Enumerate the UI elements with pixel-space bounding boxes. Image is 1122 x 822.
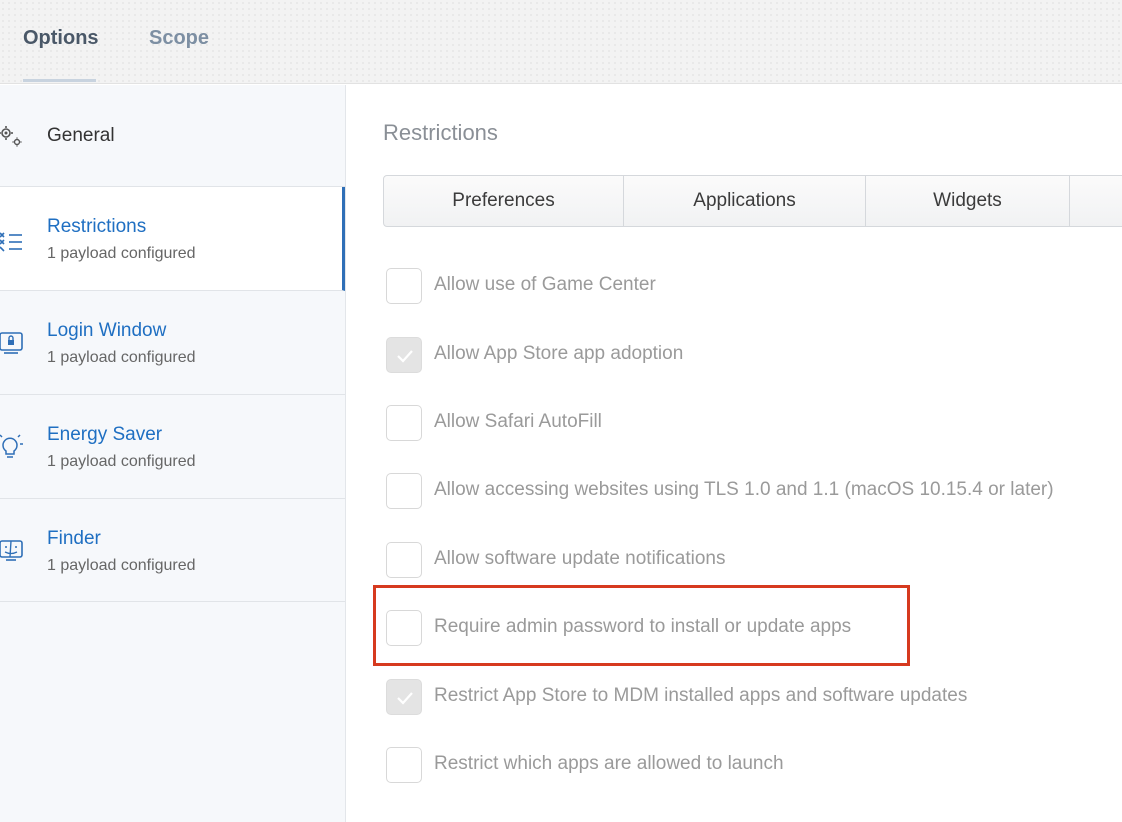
option-label: Allow App Store app adoption	[434, 343, 684, 364]
option-row: Allow software update notifications	[386, 542, 1106, 578]
sidebar-item-subtitle: 1 payload configured	[47, 453, 196, 470]
sidebar-item-label: Restrictions	[47, 216, 147, 237]
checkmark-icon	[397, 350, 413, 363]
sidebar-item-energy-saver[interactable]: Energy Saver 1 payload configured	[0, 395, 345, 499]
checkmark-icon	[397, 692, 413, 705]
tab-scope[interactable]: Scope	[149, 27, 209, 50]
segment-applications[interactable]: Applications	[624, 176, 866, 226]
option-label: Allow use of Game Center	[434, 274, 656, 295]
active-tab-indicator	[23, 79, 96, 82]
restrict-app-store-checkbox[interactable]	[386, 679, 422, 715]
option-row: Allow Safari AutoFill	[386, 405, 1106, 441]
app-store-adoption-checkbox[interactable]	[386, 337, 422, 373]
login-window-icon	[0, 332, 23, 354]
sidebar-item-label: Energy Saver	[47, 424, 163, 445]
top-tab-bar: Options Scope	[0, 0, 1122, 84]
gear-icon	[0, 126, 22, 147]
section-title: Restrictions	[383, 120, 498, 145]
restrictions-segmented-control: Preferences Applications Widgets	[383, 175, 1122, 227]
sidebar-item-label: Login Window	[47, 320, 167, 341]
sidebar-item-login-window[interactable]: Login Window 1 payload configured	[0, 291, 345, 395]
safari-autofill-checkbox[interactable]	[386, 405, 422, 441]
sidebar-item-label: General	[47, 125, 115, 146]
option-row: Restrict which apps are allowed to launc…	[386, 747, 1106, 783]
segment-preferences[interactable]: Preferences	[384, 176, 624, 226]
sidebar-item-general[interactable]: General	[0, 85, 345, 187]
sidebar-item-subtitle: 1 payload configured	[47, 557, 196, 574]
restrict-launch-apps-checkbox[interactable]	[386, 747, 422, 783]
option-label: Allow Safari AutoFill	[434, 411, 602, 432]
finder-icon	[0, 540, 23, 561]
segment-widgets[interactable]: Widgets	[866, 176, 1070, 226]
option-label: Restrict which apps are allowed to launc…	[434, 753, 784, 774]
option-row: Restrict App Store to MDM installed apps…	[386, 679, 1106, 715]
sidebar-item-finder[interactable]: Finder 1 payload configured	[0, 499, 345, 602]
tab-options[interactable]: Options	[23, 27, 99, 50]
option-row: Allow App Store app adoption	[386, 337, 1106, 373]
sidebar-item-restrictions[interactable]: Restrictions 1 payload configured	[0, 187, 345, 291]
option-label: Restrict App Store to MDM installed apps…	[434, 685, 968, 706]
software-update-notifications-checkbox[interactable]	[386, 542, 422, 578]
tls-checkbox[interactable]	[386, 473, 422, 509]
lightbulb-icon	[0, 434, 23, 458]
highlight-annotation-box	[373, 585, 910, 666]
option-row: Allow accessing websites using TLS 1.0 a…	[386, 473, 1106, 509]
segment-more[interactable]	[1070, 176, 1122, 226]
sidebar-item-subtitle: 1 payload configured	[47, 245, 196, 262]
restrictions-list-icon	[0, 232, 22, 252]
payload-sidebar: General Restrictions 1 payload configure…	[0, 85, 346, 822]
sidebar-item-label: Finder	[47, 528, 101, 549]
sidebar-item-subtitle: 1 payload configured	[47, 349, 196, 366]
game-center-checkbox[interactable]	[386, 268, 422, 304]
option-row: Allow use of Game Center	[386, 268, 1106, 304]
option-label: Allow software update notifications	[434, 548, 726, 569]
option-label: Allow accessing websites using TLS 1.0 a…	[434, 479, 1054, 500]
